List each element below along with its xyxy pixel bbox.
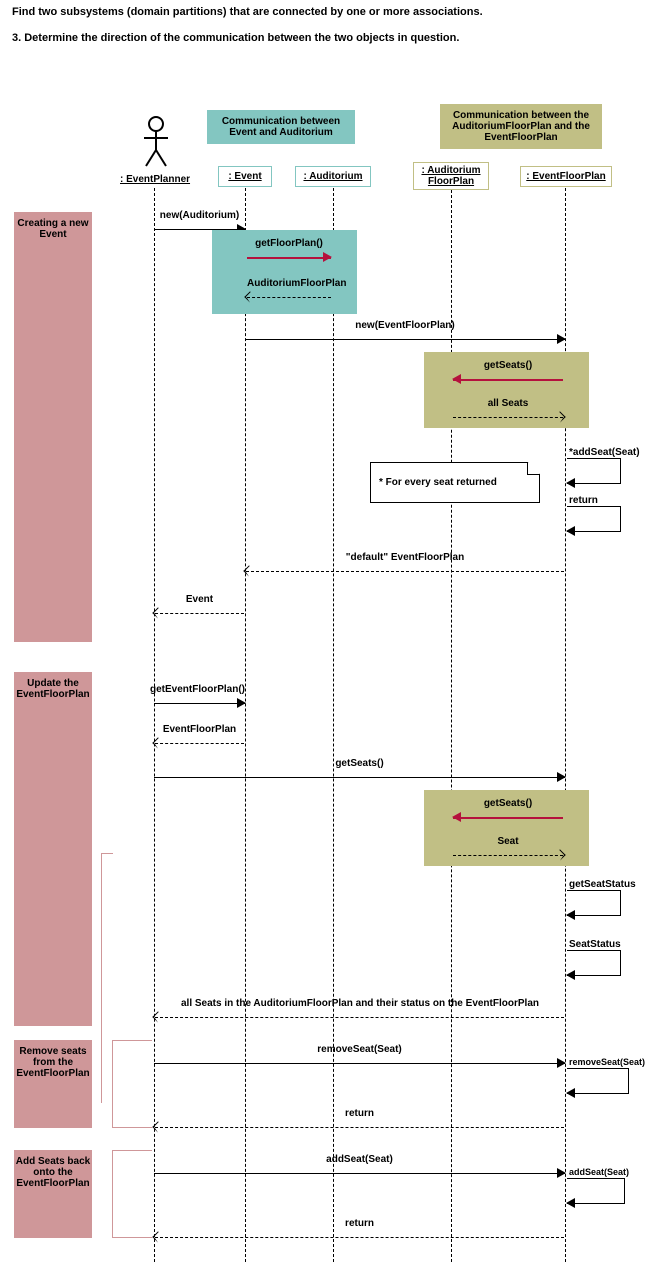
msg-getseatstatus: getSeatStatus: [567, 890, 621, 916]
lifeline-auditorium-line: [333, 188, 334, 1262]
intro-line1: Find two subsystems (domain partitions) …: [12, 6, 638, 18]
phase-creating: Creating a new Event: [14, 212, 92, 642]
msg-getseats-1: getSeats(): [453, 372, 563, 386]
msg-return-self-1: return: [567, 506, 621, 532]
msg-allseats-status: all Seats in the AuditoriumFloorPlan and…: [155, 1010, 564, 1024]
msg-auditoriumfp-return: AuditoriumFloorPlan: [247, 290, 331, 304]
msg-return-remove: return: [155, 1120, 564, 1134]
phase-update: Update the EventFloorPlan: [14, 672, 92, 1026]
note-everyseat: * For every seat returned: [370, 462, 540, 503]
bracket-addback: [112, 1150, 152, 1238]
lifeline-eventfp-line: [565, 188, 566, 1262]
intro-line2: 3. Determine the direction of the commun…: [12, 32, 638, 44]
msg-efp-return: EventFloorPlan: [155, 736, 244, 750]
msg-getseats-3: getSeats(): [453, 810, 563, 824]
msg-removeseat-self: removeSeat(Seat): [567, 1068, 629, 1094]
msg-getseats-2: getSeats(): [154, 770, 565, 784]
msg-event-return: Event: [155, 606, 244, 620]
lifeline-auditoriumfp: : Auditorium FloorPlan: [413, 162, 489, 190]
intro-text: Find two subsystems (domain partitions) …: [0, 0, 650, 64]
phase-remove: Remove seats from the EventFloorPlan: [14, 1040, 92, 1128]
msg-seat: Seat: [453, 848, 563, 862]
msg-removeseat: removeSeat(Seat): [154, 1056, 565, 1070]
lifeline-auditorium: : Auditorium: [295, 166, 371, 187]
actor-icon: [136, 116, 176, 176]
msg-allseats: all Seats: [453, 410, 563, 424]
msg-addseat-self: addSeat(Seat): [567, 1178, 625, 1204]
sequence-diagram: Communication between Event and Auditori…: [0, 74, 650, 1274]
msg-return-add: return: [155, 1230, 564, 1244]
phase-addback: Add Seats back onto the EventFloorPlan: [14, 1150, 92, 1238]
msg-getfloorplan: getFloorPlan(): [247, 250, 331, 264]
lifeline-event: : Event: [218, 166, 272, 187]
msg-seatstatus: SeatStatus: [567, 950, 621, 976]
msg-default-efp: "default" EventFloorPlan: [246, 564, 564, 578]
comm-teal: Communication between Event and Auditori…: [207, 110, 355, 144]
msg-addseat-star: *addSeat(Seat): [567, 458, 621, 484]
msg-new-efp: new(EventFloorPlan): [245, 332, 565, 346]
msg-getefp: getEventFloorPlan(): [154, 696, 245, 710]
lifeline-actor-label: : EventPlanner: [120, 174, 190, 185]
lifeline-event-line: [245, 188, 246, 1262]
lifeline-eventfp: : EventFloorPlan: [520, 166, 612, 187]
comm-olive: Communication between the AuditoriumFloo…: [440, 104, 602, 149]
msg-addseat: addSeat(Seat): [154, 1166, 565, 1180]
bracket-remove: [112, 1040, 152, 1128]
lifeline-auditoriumfp-line: [451, 190, 452, 1262]
